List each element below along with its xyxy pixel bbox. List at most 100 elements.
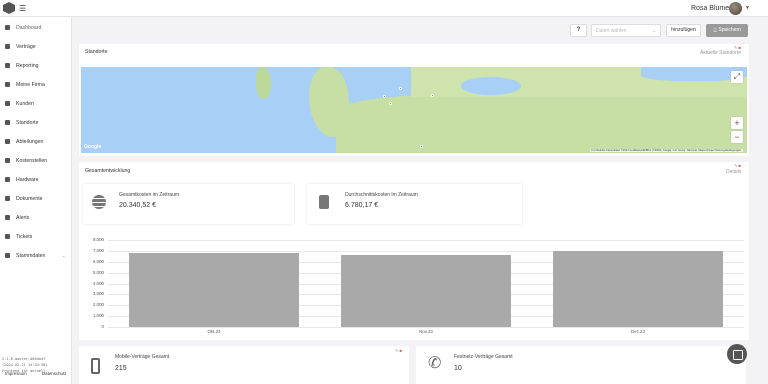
sidebar-item-vertraege[interactable]: Verträge [0, 39, 72, 54]
chevron-down-icon: ⌄ [62, 253, 66, 258]
map-attribution[interactable]: Kurzbefehle Kartendaten ©2024 GeoBasis-D… [589, 149, 743, 152]
departments-icon [5, 139, 10, 144]
current-locations-link[interactable]: Aktuelle Standorte [700, 50, 741, 56]
app-logo[interactable] [3, 2, 15, 14]
map-marker[interactable] [383, 95, 386, 98]
fullscreen-icon[interactable]: ⤢ [731, 71, 743, 83]
sidebar-item-hardware[interactable]: Hardware [0, 172, 72, 187]
impressum-link[interactable]: Impressum [5, 371, 27, 376]
sidebar-item-dokumente[interactable]: Dokumente [0, 191, 72, 206]
dashboard-icon [5, 25, 10, 30]
avatar[interactable] [729, 2, 742, 15]
locations-map[interactable]: Google Kurzbefehle Kartendaten ©2024 Geo… [81, 67, 747, 153]
kpi-value: 6.780,17 € [345, 202, 379, 209]
chart-icon [5, 63, 10, 68]
sidebar-item-abteilungen[interactable]: Abteilungen [0, 134, 72, 149]
x-tick-label: Okt.23 [207, 329, 221, 334]
chart-bar[interactable] [341, 255, 511, 327]
x-tick-label: Nov.23 [419, 329, 433, 334]
x-tick-label: Dez.23 [631, 329, 645, 334]
map-marker[interactable] [389, 102, 392, 105]
card-actions: ✎ ■ [395, 348, 402, 353]
map-marker[interactable] [420, 145, 423, 148]
save-button[interactable]: ⎐ Speichern [706, 24, 748, 37]
y-tick-label: 0 [101, 324, 104, 329]
contract-icon [5, 44, 10, 49]
sidebar-item-alerts[interactable]: Alerts [0, 210, 72, 225]
document-icon [5, 196, 10, 201]
trash-icon[interactable]: ■ [399, 348, 401, 353]
kpi-value: 20.340,52 € [119, 202, 156, 209]
map-land-ireland [256, 67, 271, 99]
y-tick-label: 2.000 [93, 302, 104, 308]
add-button[interactable]: hinzufügen [666, 24, 701, 37]
chart-bar[interactable] [553, 250, 723, 327]
zoom-in-button[interactable]: + [731, 117, 743, 129]
chart-gridline [108, 240, 744, 241]
trash-icon[interactable]: ■ [738, 163, 740, 168]
map-water-north-sea [461, 77, 521, 95]
user-name[interactable]: Rosa Blume [691, 5, 729, 12]
help-button[interactable]: ? [570, 24, 587, 37]
mobile-phone-icon [91, 358, 100, 374]
zoom-out-button[interactable]: − [731, 131, 743, 143]
coins-icon [92, 195, 106, 209]
costs-bar-chart: 0 1.000 2.000 3.000 4.000 5.000 6.000 7.000 8.00… [80, 233, 744, 337]
hamburger-icon[interactable]: ☰ [19, 5, 26, 13]
map-land-continent [336, 94, 747, 153]
map-marker[interactable] [431, 94, 434, 97]
alert-icon [5, 215, 10, 220]
customers-icon [5, 101, 10, 106]
y-tick-label: 4.000 [93, 280, 104, 286]
google-logo: Google [84, 144, 102, 150]
y-tick-label: 5.000 [93, 269, 104, 275]
chevron-down-icon: ⌄ [652, 28, 656, 33]
kpi-label: Durchschnittskosten im Zeitraum [345, 192, 418, 198]
location-icon [5, 120, 10, 125]
edit-icon[interactable]: ✎ [395, 348, 398, 353]
kpi-value: 215 [115, 365, 127, 372]
datenschutz-link[interactable]: Datenschutz [42, 371, 66, 376]
landline-phone-icon: ✆ [428, 355, 442, 372]
landline-contracts-card: ✆ Festnetz-Verträge Gesamt 10 [416, 346, 746, 384]
sidebar-item-dashboard[interactable]: Dashboard [0, 20, 72, 35]
kpi-label: Mobile-Verträge Gesamt [115, 354, 170, 360]
sidebar-item-reporting[interactable]: Reporting [0, 58, 72, 73]
data-select-placeholder: Daten wählen [596, 28, 627, 34]
map-marker[interactable] [399, 87, 402, 90]
card-actions: ✎ ■ [734, 163, 741, 168]
cost-centers-icon [5, 158, 10, 163]
kpi-average-costs: Durchschnittskosten im Zeitraum 6.780,17… [307, 184, 522, 224]
edit-icon[interactable] [727, 344, 747, 364]
hardware-icon [5, 177, 10, 182]
y-tick-label: 7.000 [93, 247, 104, 253]
chevron-down-icon[interactable]: ▼ [745, 5, 750, 11]
mobile-contracts-card: ✎ ■ Mobile-Verträge Gesamt 215 [79, 346, 409, 384]
y-tick-label: 1.000 [93, 313, 104, 319]
trend-title: Gesamtentwicklung [85, 168, 131, 174]
kpi-label: Gesamtkosten im Zeitraum [119, 192, 180, 198]
sidebar-item-kostenstellen[interactable]: Kostenstellen [0, 153, 72, 168]
chart-bar[interactable] [129, 253, 299, 327]
sidebar-item-kunden[interactable]: Kunden [0, 96, 72, 111]
y-tick-label: 6.000 [93, 258, 104, 264]
top-bar: ☰ Rosa Blume ▼ [0, 0, 768, 17]
ticket-icon [5, 234, 10, 239]
y-tick-label: 3.000 [93, 291, 104, 297]
home-icon [5, 82, 10, 87]
kpi-value: 10 [454, 365, 462, 372]
sidebar-item-standorte[interactable]: Standorte [0, 115, 72, 130]
chart-gridline [108, 327, 744, 328]
kpi-total-costs: Gesamtkosten im Zeitraum 20.340,52 € [83, 184, 294, 224]
details-link[interactable]: Details [726, 169, 741, 175]
y-tick-label: 8.000 [93, 237, 104, 242]
locations-title: Standorte [85, 49, 108, 55]
average-icon [319, 195, 329, 209]
master-data-icon [5, 253, 10, 258]
kpi-label: Festnetz-Verträge Gesamt [454, 354, 513, 360]
sidebar-item-meine-firma[interactable]: Meine Firma [0, 77, 72, 92]
sidebar-item-tickets[interactable]: Tickets [0, 229, 72, 244]
data-select[interactable]: Daten wählen ⌄ [591, 24, 661, 37]
sidebar-item-stammdaten[interactable]: Stammdaten ⌄ [0, 248, 72, 263]
edit-icon[interactable]: ✎ [734, 163, 737, 168]
